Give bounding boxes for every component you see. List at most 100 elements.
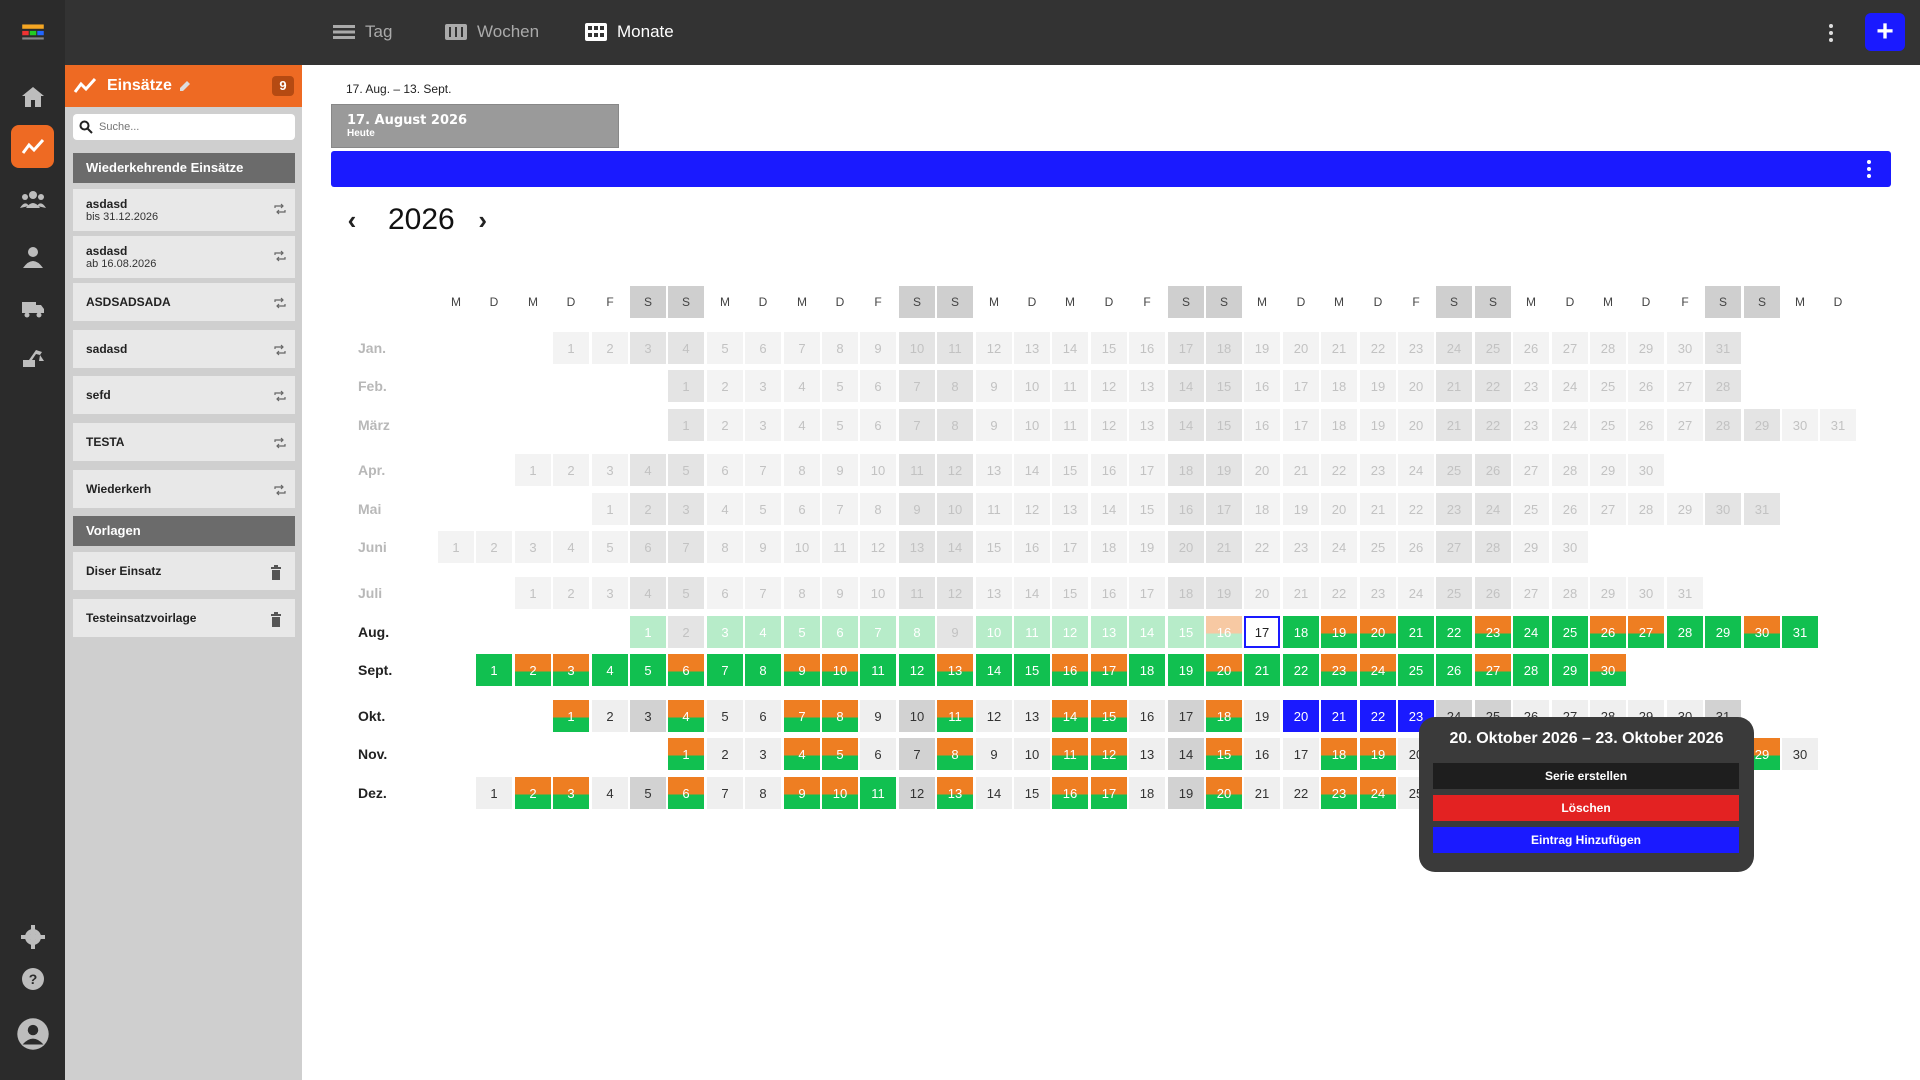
day-cell[interactable]: 21 [1244, 777, 1280, 809]
day-cell[interactable]: 9 [860, 332, 896, 364]
day-cell[interactable]: 8 [745, 777, 781, 809]
day-cell[interactable]: 12 [1052, 616, 1088, 648]
day-cell[interactable]: 20 [1283, 700, 1319, 732]
day-cell[interactable]: 19 [1360, 409, 1396, 441]
day-cell[interactable]: 21 [1436, 370, 1472, 402]
day-cell[interactable]: 6 [822, 616, 858, 648]
day-cell[interactable]: 10 [976, 616, 1012, 648]
day-cell[interactable]: 18 [1283, 616, 1319, 648]
day-cell[interactable]: 1 [476, 654, 512, 686]
day-cell[interactable]: 24 [1398, 454, 1434, 486]
day-cell[interactable]: 4 [592, 777, 628, 809]
day-cell[interactable]: 14 [1168, 370, 1204, 402]
day-cell[interactable]: 12 [1091, 370, 1127, 402]
day-cell[interactable]: 14 [976, 777, 1012, 809]
day-cell[interactable]: 23 [1513, 370, 1549, 402]
day-cell[interactable]: 5 [668, 577, 704, 609]
day-cell[interactable]: 28 [1667, 616, 1703, 648]
day-cell[interactable]: 29 [1590, 454, 1626, 486]
day-cell[interactable]: 8 [937, 738, 973, 770]
day-cell[interactable]: 21 [1206, 531, 1242, 563]
day-cell[interactable]: 16 [1244, 370, 1280, 402]
day-cell[interactable]: 17 [1206, 493, 1242, 525]
tab-wochen[interactable]: Wochen [445, 17, 539, 47]
day-cell[interactable]: 5 [707, 332, 743, 364]
day-cell[interactable]: 6 [860, 409, 896, 441]
day-cell[interactable]: 8 [937, 409, 973, 441]
day-cell[interactable]: 11 [937, 332, 973, 364]
day-cell[interactable]: 3 [553, 654, 589, 686]
day-cell[interactable]: 6 [668, 777, 704, 809]
day-cell[interactable]: 19 [1129, 531, 1165, 563]
day-cell[interactable]: 25 [1475, 332, 1511, 364]
day-cell[interactable]: 9 [784, 654, 820, 686]
day-cell[interactable]: 16 [1244, 409, 1280, 441]
day-cell[interactable]: 3 [553, 777, 589, 809]
day-cell[interactable]: 30 [1628, 454, 1664, 486]
day-cell[interactable]: 24 [1360, 654, 1396, 686]
day-cell[interactable]: 8 [899, 616, 935, 648]
day-cell[interactable]: 29 [1628, 332, 1664, 364]
day-cell[interactable]: 29 [1590, 577, 1626, 609]
day-cell[interactable]: 30 [1667, 332, 1703, 364]
day-cell[interactable]: 5 [707, 700, 743, 732]
day-cell[interactable]: 7 [822, 493, 858, 525]
day-cell[interactable]: 7 [707, 654, 743, 686]
day-cell[interactable]: 20 [1244, 454, 1280, 486]
day-cell[interactable]: 10 [784, 531, 820, 563]
day-cell[interactable]: 23 [1436, 493, 1472, 525]
day-cell[interactable]: 19 [1244, 332, 1280, 364]
day-cell[interactable]: 19 [1206, 454, 1242, 486]
user-icon[interactable] [11, 235, 54, 278]
day-cell[interactable]: 28 [1552, 454, 1588, 486]
day-cell[interactable]: 5 [668, 454, 704, 486]
day-cell[interactable]: 1 [515, 454, 551, 486]
day-cell[interactable]: 16 [1052, 654, 1088, 686]
day-cell[interactable]: 31 [1782, 616, 1818, 648]
search-field[interactable] [73, 114, 295, 140]
day-cell[interactable]: 10 [822, 654, 858, 686]
day-cell[interactable]: 3 [745, 738, 781, 770]
day-cell[interactable]: 22 [1321, 577, 1357, 609]
day-cell[interactable]: 28 [1628, 493, 1664, 525]
day-cell[interactable]: 29 [1744, 409, 1780, 441]
day-cell[interactable]: 19 [1283, 493, 1319, 525]
day-cell[interactable]: 6 [630, 531, 666, 563]
day-cell[interactable]: 28 [1513, 654, 1549, 686]
day-cell[interactable]: 10 [860, 454, 896, 486]
day-cell[interactable]: 2 [707, 370, 743, 402]
day-cell[interactable]: 18 [1129, 777, 1165, 809]
day-cell[interactable]: 4 [784, 738, 820, 770]
day-cell[interactable]: 19 [1168, 654, 1204, 686]
day-cell[interactable]: 12 [937, 454, 973, 486]
day-cell[interactable]: 18 [1244, 493, 1280, 525]
day-cell[interactable]: 10 [860, 577, 896, 609]
day-cell[interactable]: 22 [1475, 370, 1511, 402]
day-cell[interactable]: 22 [1360, 332, 1396, 364]
day-cell[interactable]: 13 [1052, 493, 1088, 525]
day-cell[interactable]: 26 [1436, 654, 1472, 686]
day-cell[interactable]: 10 [822, 777, 858, 809]
chevron-right-icon[interactable]: › [471, 205, 495, 236]
day-cell[interactable]: 20 [1206, 654, 1242, 686]
day-cell[interactable]: 14 [1014, 577, 1050, 609]
day-cell[interactable]: 3 [630, 700, 666, 732]
day-cell[interactable]: 9 [745, 531, 781, 563]
day-cell[interactable]: 20 [1168, 531, 1204, 563]
day-cell[interactable]: 1 [438, 531, 474, 563]
day-cell[interactable]: 1 [553, 700, 589, 732]
day-cell[interactable]: 10 [937, 493, 973, 525]
day-cell[interactable]: 25 [1552, 616, 1588, 648]
day-cell[interactable]: 5 [822, 409, 858, 441]
day-cell[interactable]: 27 [1552, 332, 1588, 364]
day-cell[interactable]: 3 [592, 577, 628, 609]
day-cell[interactable]: 5 [630, 654, 666, 686]
day-cell[interactable]: 1 [592, 493, 628, 525]
day-cell[interactable]: 29 [1667, 493, 1703, 525]
day-cell[interactable]: 12 [1091, 409, 1127, 441]
day-cell[interactable]: 2 [707, 409, 743, 441]
day-cell[interactable]: 19 [1360, 738, 1396, 770]
day-cell[interactable]: 2 [592, 332, 628, 364]
day-cell[interactable]: 10 [1014, 738, 1050, 770]
day-cell[interactable]: 2 [630, 493, 666, 525]
